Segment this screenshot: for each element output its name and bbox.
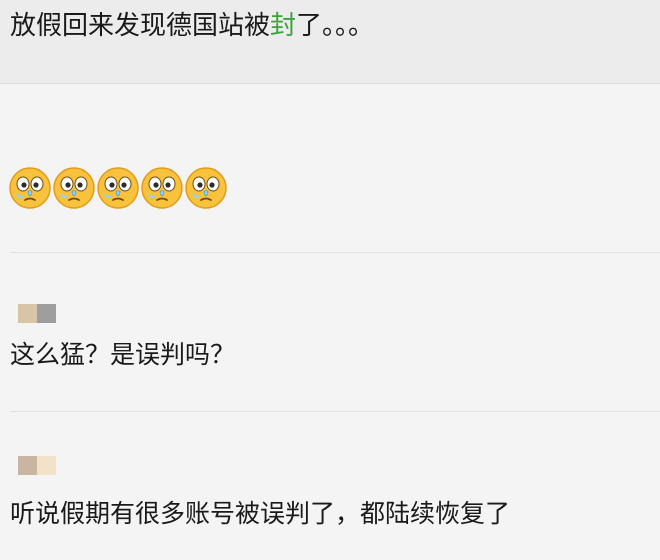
avatar[interactable] bbox=[18, 456, 56, 475]
avatar-pixel bbox=[18, 456, 37, 475]
reply-divider bbox=[10, 252, 660, 253]
post-title-ending: 了。。。 bbox=[296, 11, 375, 41]
crying-face-emoji-icon bbox=[141, 167, 183, 209]
reply-emoji-row bbox=[8, 166, 228, 212]
avatar-pixel bbox=[18, 304, 37, 323]
crying-face-emoji-icon bbox=[185, 167, 227, 209]
reply-text: 这么猛？是误判吗？ bbox=[10, 340, 236, 369]
post-header: 放假回来发现德国站被封了。。。 bbox=[0, 0, 660, 84]
crying-face-emoji-icon bbox=[53, 167, 95, 209]
crying-face-emoji-icon bbox=[97, 167, 139, 209]
avatar-pixel bbox=[37, 456, 56, 475]
reply-divider bbox=[10, 411, 660, 412]
post-title-text: 放假回来发现德国站被 bbox=[10, 11, 271, 41]
avatar[interactable] bbox=[18, 304, 56, 323]
post-title-highlight: 封 bbox=[270, 11, 297, 41]
avatar-pixel bbox=[37, 304, 56, 323]
reply-text: 听说假期有很多账号被误判了，都陆续恢复了 bbox=[10, 499, 511, 528]
crying-face-emoji-icon bbox=[9, 167, 51, 209]
post-title: 放假回来发现德国站被封了。。。 bbox=[10, 8, 374, 44]
